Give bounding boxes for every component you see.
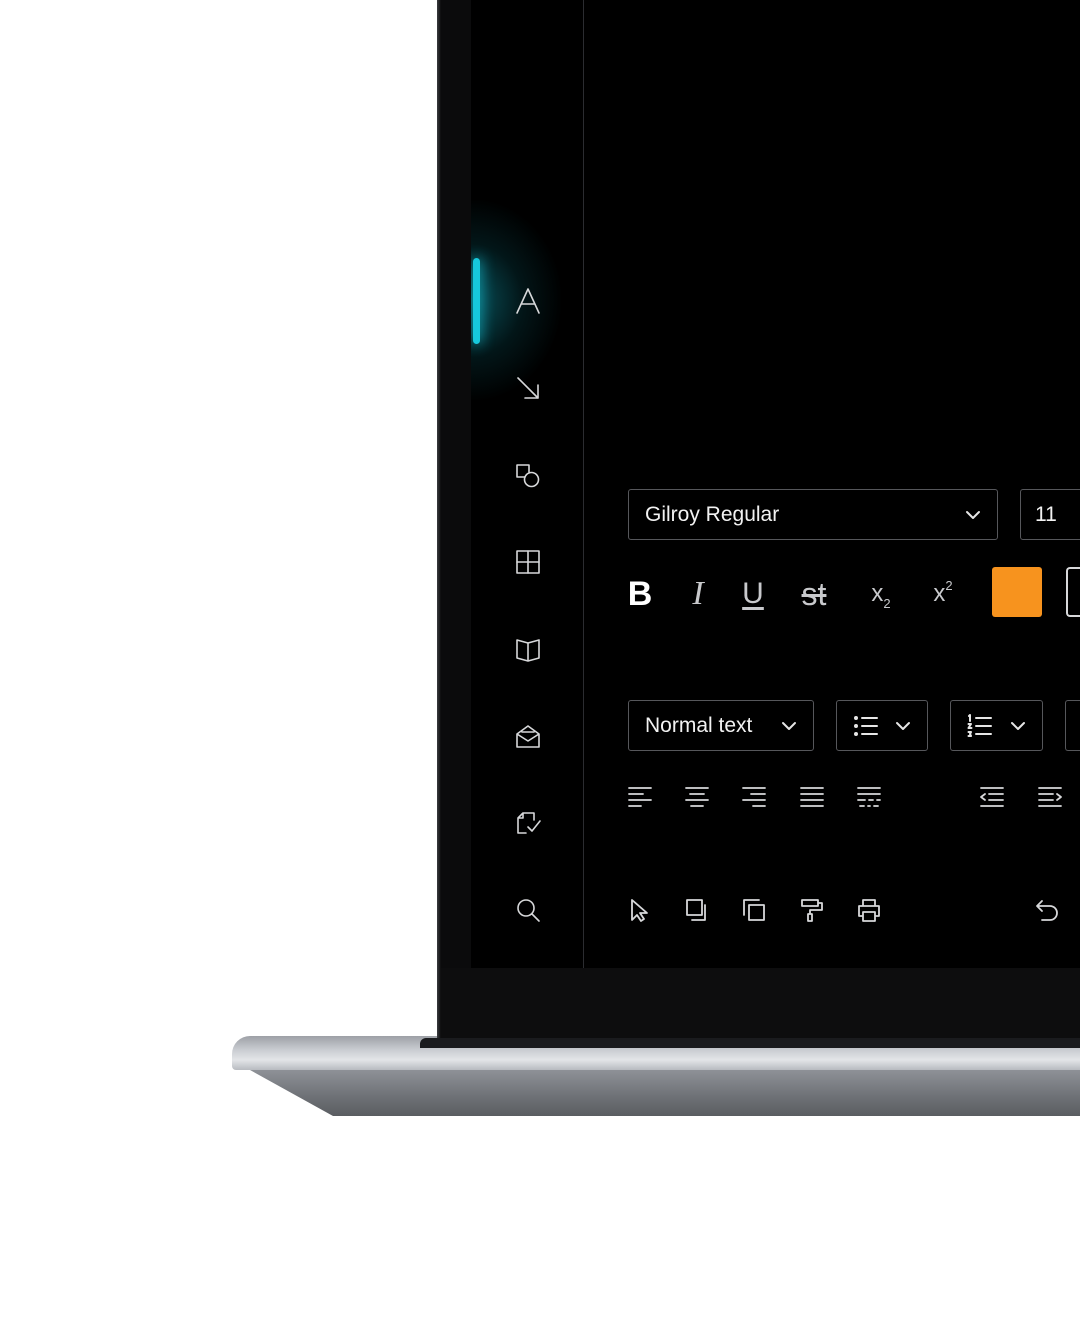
bullet-list-icon — [854, 715, 878, 736]
align-right-icon — [742, 787, 766, 807]
superscript-mark: 2 — [945, 577, 953, 593]
sidebar-item-arrow[interactable] — [511, 371, 545, 405]
indent-increase-icon — [1038, 787, 1062, 807]
send-backward-button[interactable] — [741, 897, 767, 928]
subscript-base: x — [871, 580, 884, 607]
bold-button[interactable]: B — [623, 572, 657, 616]
active-item-indicator — [473, 258, 480, 344]
sidebar-item-text[interactable] — [511, 284, 545, 318]
table-icon — [516, 550, 540, 574]
printer-icon — [858, 899, 880, 922]
align-left-icon — [628, 787, 652, 807]
shapes-icon — [516, 464, 540, 488]
font-family-value: Gilroy Regular — [645, 502, 780, 526]
paragraph-style-value: Normal text — [645, 713, 753, 737]
chevron-down-icon — [1011, 721, 1025, 730]
screen: Gilroy Regular 11 B I U st x2 x2 Normal … — [471, 0, 1080, 968]
align-center-icon — [685, 787, 709, 807]
chevron-down-icon — [896, 721, 910, 730]
sidebar-divider — [583, 0, 584, 968]
undo-icon — [1036, 900, 1058, 921]
line-spacing-button[interactable] — [856, 784, 882, 815]
align-left-button[interactable] — [627, 784, 653, 815]
bring-forward-icon — [686, 899, 706, 921]
align-center-button[interactable] — [684, 784, 710, 815]
screen-bottom-bezel — [441, 968, 1080, 1038]
format-painter-icon — [801, 899, 823, 922]
numbered-list-select[interactable] — [950, 700, 1043, 751]
search-icon — [517, 899, 540, 922]
chevron-down-icon — [966, 510, 980, 519]
superscript-button[interactable]: x2 — [923, 572, 963, 616]
italic-button[interactable]: I — [681, 572, 715, 616]
line-spacing-icon — [857, 787, 881, 807]
indent-decrease-icon — [980, 787, 1004, 807]
book-icon — [516, 639, 540, 662]
sidebar-item-book[interactable] — [511, 632, 545, 666]
more-list-select[interactable] — [1065, 700, 1080, 751]
italic-label: I — [692, 575, 704, 612]
align-right-button[interactable] — [741, 784, 767, 815]
sidebar-item-shapes[interactable] — [511, 458, 545, 492]
bring-forward-button[interactable] — [684, 897, 710, 928]
send-backward-icon — [743, 899, 765, 921]
underline-button[interactable]: U — [736, 572, 770, 616]
font-size-value: 11 — [1035, 502, 1057, 526]
text-color-swatch[interactable] — [992, 567, 1042, 617]
highlight-color-swatch[interactable] — [1066, 567, 1080, 617]
subscript-mark: 2 — [883, 595, 891, 611]
sidebar-item-table[interactable] — [511, 545, 545, 579]
format-painter-button[interactable] — [799, 897, 825, 928]
select-tool-button[interactable] — [627, 897, 653, 928]
superscript-base: x — [933, 580, 946, 607]
strikethrough-label: st — [801, 575, 827, 612]
cursor-icon — [631, 899, 648, 922]
arrow-down-right-icon — [517, 377, 539, 399]
laptop-hinge — [420, 1038, 1080, 1048]
subscript-button[interactable]: x2 — [861, 572, 901, 616]
sidebar-item-search[interactable] — [511, 893, 545, 927]
undo-button[interactable] — [1034, 897, 1060, 928]
indent-decrease-button[interactable] — [979, 784, 1005, 815]
indent-increase-button[interactable] — [1037, 784, 1063, 815]
sidebar-item-document-check[interactable] — [511, 806, 545, 840]
numbered-list-icon — [967, 713, 992, 737]
text-icon — [516, 288, 540, 314]
font-family-select[interactable]: Gilroy Regular — [628, 489, 998, 540]
chevron-down-icon — [782, 721, 796, 730]
bullet-list-select[interactable] — [836, 700, 928, 751]
laptop-base-bottom — [250, 1070, 1080, 1116]
strikethrough-button[interactable]: st — [793, 572, 835, 616]
document-check-icon — [517, 812, 541, 834]
laptop-bezel-edge — [437, 0, 441, 1038]
underline-label: U — [742, 577, 764, 610]
open-envelope-icon — [516, 725, 540, 748]
font-size-select[interactable]: 11 — [1020, 489, 1080, 540]
align-justify-button[interactable] — [799, 784, 825, 815]
bold-label: B — [627, 574, 653, 613]
print-button[interactable] — [856, 897, 882, 928]
tool-sidebar — [471, 0, 584, 968]
paragraph-style-select[interactable]: Normal text — [628, 700, 814, 751]
align-justify-icon — [800, 787, 824, 807]
sidebar-item-envelope[interactable] — [511, 719, 545, 753]
